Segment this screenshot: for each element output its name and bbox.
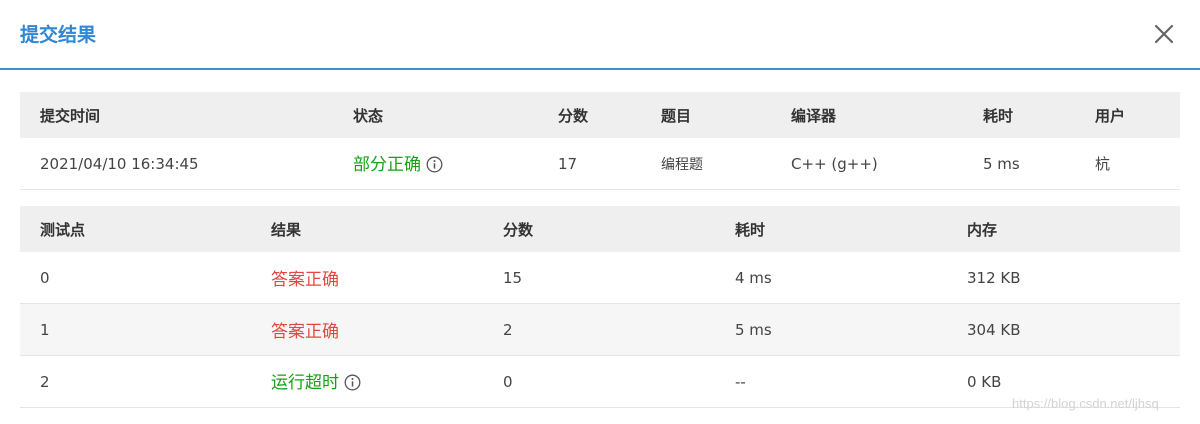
- dialog-header: 提交结果: [0, 0, 1200, 70]
- watermark: https://blog.csdn.net/ljhsq: [1012, 396, 1159, 411]
- testcase-time: 5 ms: [715, 303, 947, 356]
- testcase-id: 1: [20, 303, 251, 356]
- submission-row: 2021/04/10 16:34:45 部分正确 17 编程题 C++ (g++…: [20, 138, 1180, 190]
- elapsed-cell: 5 ms: [963, 138, 1075, 190]
- column-header-score: 分数: [538, 92, 641, 138]
- problem-cell: 编程题: [641, 138, 771, 190]
- status-text: 部分正确: [353, 155, 421, 175]
- info-icon[interactable]: [344, 374, 361, 395]
- submission-result-dialog: 提交结果 提交时间 状态 分数 题目 编译器 耗时 用户 2021/04/10 …: [0, 0, 1200, 424]
- testcase-result: 答案正确: [251, 303, 483, 356]
- table-row: 2 运行超时 0 -- 0 KB: [20, 355, 1180, 408]
- testcase-id: 2: [20, 355, 251, 408]
- testcase-time: --: [715, 355, 947, 408]
- column-header-testcase: 测试点: [20, 206, 251, 252]
- column-header-problem: 题目: [641, 92, 771, 138]
- submission-header-row: 提交时间 状态 分数 题目 编译器 耗时 用户: [20, 92, 1180, 138]
- close-icon: [1154, 24, 1174, 44]
- info-icon[interactable]: [426, 156, 443, 177]
- testcase-memory: 304 KB: [947, 303, 1180, 356]
- testcase-score: 2: [483, 303, 715, 356]
- testcase-score: 0: [483, 355, 715, 408]
- result-text: 运行超时: [271, 373, 339, 393]
- status-cell: 部分正确: [333, 138, 538, 190]
- column-header-status: 状态: [333, 92, 538, 138]
- score-cell: 17: [538, 138, 641, 190]
- user-cell: 杭: [1075, 138, 1180, 190]
- dialog-title: 提交结果: [20, 24, 97, 46]
- column-header-result: 结果: [251, 206, 483, 252]
- testcase-header-row: 测试点 结果 分数 耗时 内存: [20, 206, 1180, 252]
- testcase-memory: 312 KB: [947, 252, 1180, 304]
- table-row: 0 答案正确 15 4 ms 312 KB: [20, 252, 1180, 304]
- column-header-elapsed: 耗时: [963, 92, 1075, 138]
- testcase-time: 4 ms: [715, 252, 947, 304]
- submit-time-cell: 2021/04/10 16:34:45: [20, 138, 333, 190]
- close-button[interactable]: [1148, 18, 1180, 50]
- compiler-cell: C++ (g++): [771, 138, 963, 190]
- testcase-result: 运行超时: [251, 355, 483, 408]
- result-text: 答案正确: [271, 270, 339, 290]
- testcase-result: 答案正确: [251, 252, 483, 304]
- testcase-table: 测试点 结果 分数 耗时 内存 0 答案正确 15 4 ms 312 KB 1 …: [20, 206, 1180, 408]
- column-header-submit-time: 提交时间: [20, 92, 333, 138]
- column-header-user: 用户: [1075, 92, 1180, 138]
- result-text: 答案正确: [271, 322, 339, 342]
- testcase-id: 0: [20, 252, 251, 304]
- column-header-score: 分数: [483, 206, 715, 252]
- testcase-score: 15: [483, 252, 715, 304]
- table-row: 1 答案正确 2 5 ms 304 KB: [20, 303, 1180, 356]
- column-header-memory: 内存: [947, 206, 1180, 252]
- column-header-time: 耗时: [715, 206, 947, 252]
- submission-table: 提交时间 状态 分数 题目 编译器 耗时 用户 2021/04/10 16:34…: [20, 92, 1180, 190]
- column-header-compiler: 编译器: [771, 92, 963, 138]
